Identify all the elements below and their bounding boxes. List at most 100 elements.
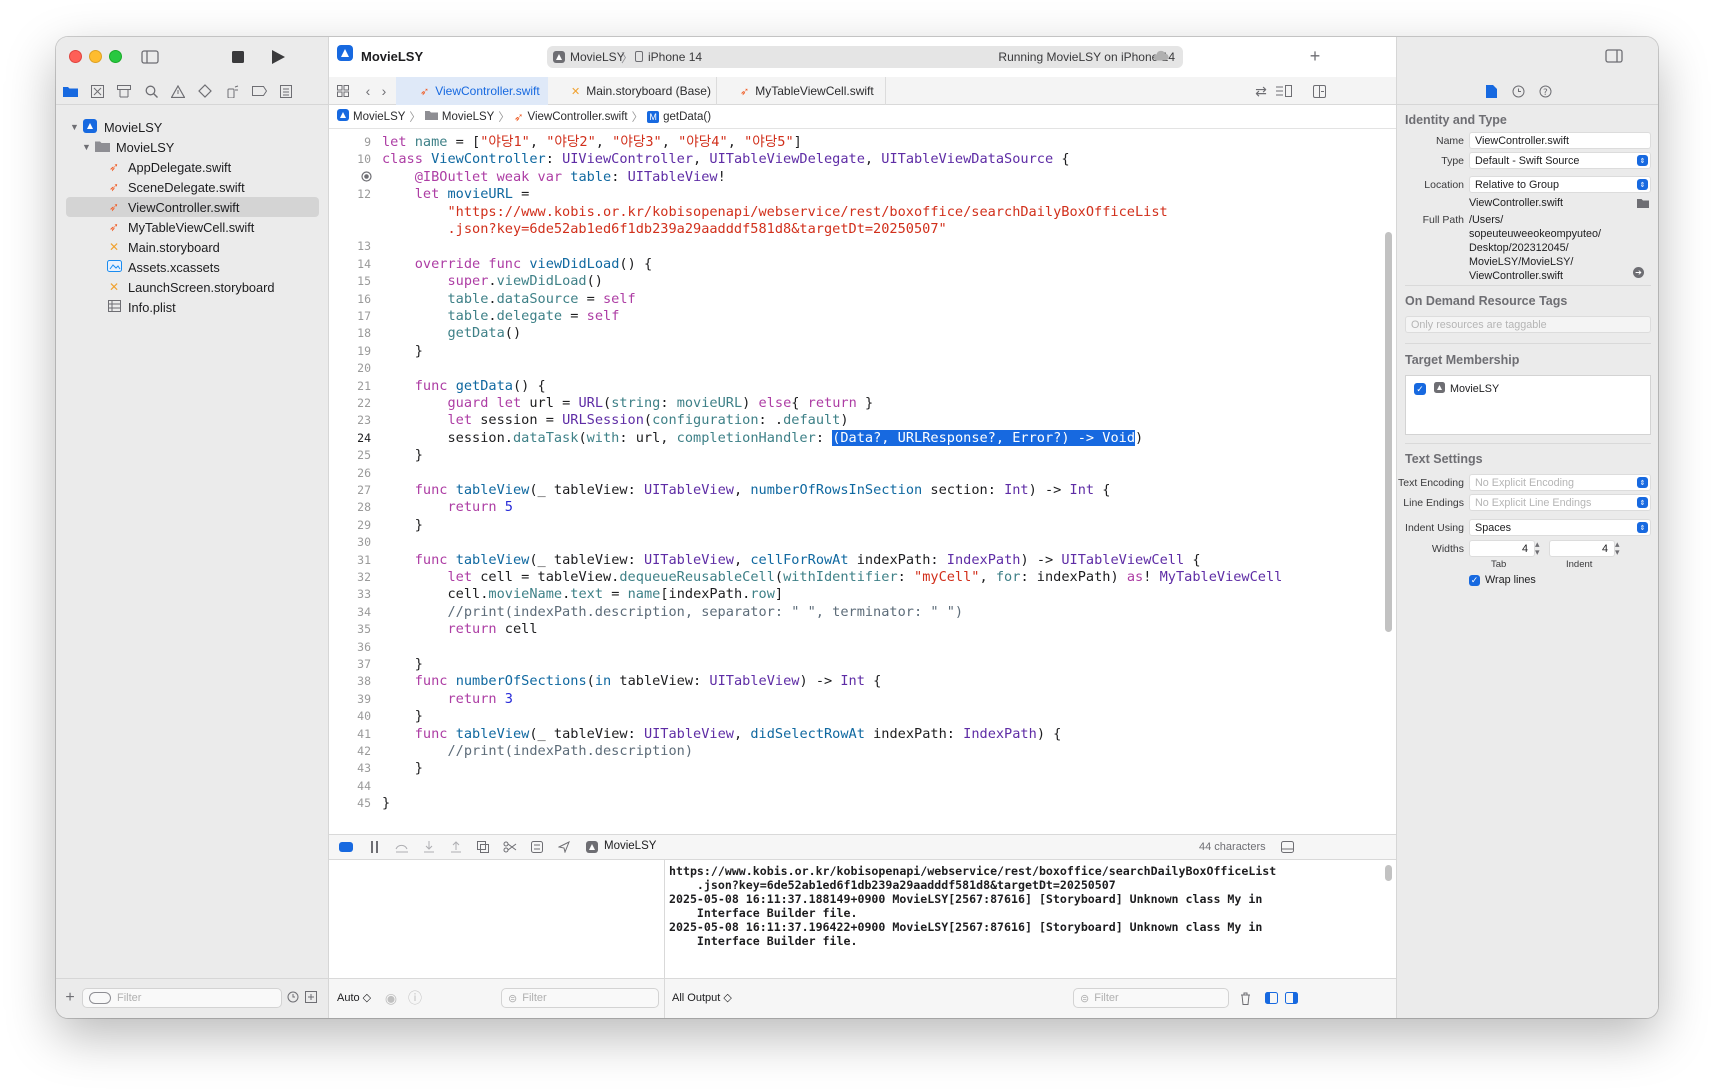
history-clock-icon[interactable] [1510,83,1526,99]
navigator-item-file-selected[interactable]: ➶ ViewController.swift [56,197,329,217]
reveal-folder-icon[interactable] [1637,197,1649,211]
code-line[interactable]: 13 [329,237,1381,255]
disclosure-down-icon[interactable]: ▼ [82,142,94,152]
navigator-item-file[interactable]: ✕ LaunchScreen.storyboard [56,277,329,297]
grid-related-items-icon[interactable] [335,83,351,99]
trash-icon[interactable] [1237,990,1253,1006]
step-into-icon[interactable] [421,839,437,855]
code-line[interactable]: 21 func getData() { [329,377,1381,395]
breakpoint-tag-icon[interactable] [251,83,267,99]
console-scrollbar[interactable] [1385,865,1392,881]
code-line[interactable]: 33 cell.movieName.text = name[indexPath.… [329,585,1381,603]
code-line[interactable]: 24 session.dataTask(with: url, completio… [329,429,1381,447]
show-variables-view-icon[interactable] [1263,990,1279,1006]
disclosure-down-icon[interactable]: ▼ [70,122,82,132]
symbol-navigator-icon[interactable] [116,83,132,99]
code-line[interactable]: 40 } [329,707,1381,725]
code-line[interactable]: 42 //print(indexPath.description) [329,742,1381,760]
step-out-icon[interactable] [448,839,464,855]
code-line[interactable]: 28 return 5 [329,498,1381,516]
back-chevron-icon[interactable]: ‹ [361,83,375,99]
zoom-window-button[interactable] [109,50,122,63]
code-line[interactable]: 25 } [329,446,1381,464]
location-popup[interactable]: Relative to Group ⇕ [1469,176,1651,193]
console-filter-input[interactable]: ⊜ Filter [1073,988,1229,1008]
navigator-item-file[interactable]: ➶ SceneDelegate.swift [56,177,329,197]
find-icon[interactable] [143,83,159,99]
code-line[interactable]: 35 return cell [329,620,1381,638]
code-line[interactable]: 41 func tableView(_ tableView: UITableVi… [329,725,1381,743]
code-line[interactable]: 27 func tableView(_ tableView: UITableVi… [329,481,1381,499]
code-line[interactable]: @IBOutlet weak var table: UITableView! [329,168,1381,186]
code-line[interactable]: 19 } [329,342,1381,360]
navigator-item-file[interactable]: Assets.xcassets [56,257,329,277]
code-line[interactable]: 18 getData() [329,324,1381,342]
line-endings-popup[interactable]: No Explicit Line Endings ⇕ [1469,494,1651,511]
type-popup[interactable]: Default - Swift Source ⇕ [1469,152,1651,169]
toggle-inspector-button[interactable] [1603,45,1625,67]
simulate-location-icon[interactable] [556,839,572,855]
indent-width-stepper-icon[interactable]: ▴ ▾ [1615,540,1620,557]
view-hierarchy-icon[interactable] [475,839,491,855]
run-button[interactable] [266,45,290,69]
recent-files-icon[interactable] [286,990,300,1004]
code-line[interactable]: 12 let movieURL = [329,185,1381,203]
code-line[interactable]: 34 //print(indexPath.description, separa… [329,603,1381,621]
code-line[interactable]: 38 func numberOfSections(in tableView: U… [329,672,1381,690]
folder-icon[interactable] [62,83,78,99]
debug-spray-icon[interactable] [224,83,240,99]
tab-width-stepper-icon[interactable]: ▴ ▾ [1535,540,1540,557]
console-output-popup[interactable]: All Output ◇ [672,991,732,1004]
indent-using-popup[interactable]: Spaces ⇕ [1469,519,1651,536]
run-destination-selector[interactable]: iPhone 14 [648,50,702,64]
variables-filter-input[interactable]: ⊜ Filter [501,988,659,1008]
test-diamond-icon[interactable] [197,83,213,99]
reveal-in-finder-arrow-icon[interactable]: ➔ [1633,267,1644,278]
code-line[interactable]: 23 let session = URLSession(configuratio… [329,411,1381,429]
navigator-item-group[interactable]: ▼ MovieLSY [56,137,329,157]
jumpbar-project[interactable]: MovieLSY [353,111,405,123]
code-line[interactable]: 9 let name = ["야당1", "야당2", "야당3", "야당4",… [329,133,1381,151]
tab-mytableviewcell[interactable]: ➶ MyTableViewCell.swift [718,77,886,105]
navigator-item-project[interactable]: ▼ MovieLSY [56,117,329,137]
code-line[interactable]: 31 func tableView(_ tableView: UITableVi… [329,551,1381,569]
stop-button[interactable] [226,45,250,69]
code-line[interactable]: 20 [329,359,1381,377]
target-membership-item[interactable]: ✓ MovieLSY [1414,382,1499,396]
code-line[interactable]: 44 [329,777,1381,795]
code-line[interactable]: 36 [329,638,1381,656]
navigator-filter-input[interactable]: Filter [82,988,282,1008]
code-line[interactable]: 14 override func viewDidLoad() { [329,255,1381,273]
editor-options-icon[interactable] [1275,83,1293,99]
tab-viewcontroller[interactable]: ➶ ViewController.swift [396,77,548,105]
info-icon[interactable]: ⓘ [407,990,423,1006]
code-line[interactable]: 29 } [329,516,1381,534]
toggle-navigator-button[interactable] [138,45,162,69]
minimize-window-button[interactable] [89,50,102,63]
show-console-view-icon[interactable] [1283,990,1299,1006]
environment-overrides-icon[interactable] [529,839,545,855]
code-line[interactable]: 37 } [329,655,1381,673]
code-line[interactable]: 39 return 3 [329,690,1381,708]
hide-debug-area-icon[interactable] [1279,839,1295,855]
code-line[interactable]: "https://www.kobis.or.kr/kobisopenapi/we… [329,203,1381,221]
split-editor-icon[interactable] [1311,83,1327,99]
navigator-item-file[interactable]: Info.plist [56,297,329,317]
tab-main-storyboard[interactable]: ✕ Main.storyboard (Base) [549,77,717,105]
console-output[interactable]: https://www.kobis.or.kr/kobisopenapi/web… [664,860,1396,978]
memory-graph-icon[interactable] [502,839,518,855]
text-encoding-popup[interactable]: No Explicit Encoding ⇕ [1469,474,1651,491]
code-line[interactable]: 30 [329,533,1381,551]
checkbox-checked-icon[interactable]: ✓ [1414,383,1426,395]
code-review-icon[interactable]: ⇄ [1253,83,1269,99]
code-line[interactable]: 26 [329,464,1381,482]
debug-area-toggle-icon[interactable] [339,842,353,852]
add-library-icon[interactable]: + [1304,45,1326,67]
source-code-editor[interactable]: 9 let name = ["야당1", "야당2", "야당3", "야당4",… [329,129,1381,829]
quick-help-icon[interactable]: ? [1537,83,1553,99]
code-line[interactable]: 10 class ViewController: UIViewController… [329,150,1381,168]
jumpbar-symbol[interactable]: getData() [663,111,711,123]
tab-width-field[interactable]: 4 [1469,540,1535,557]
code-line[interactable]: 22 guard let url = URL(string: movieURL)… [329,394,1381,412]
source-control-filter-icon[interactable] [304,990,318,1004]
